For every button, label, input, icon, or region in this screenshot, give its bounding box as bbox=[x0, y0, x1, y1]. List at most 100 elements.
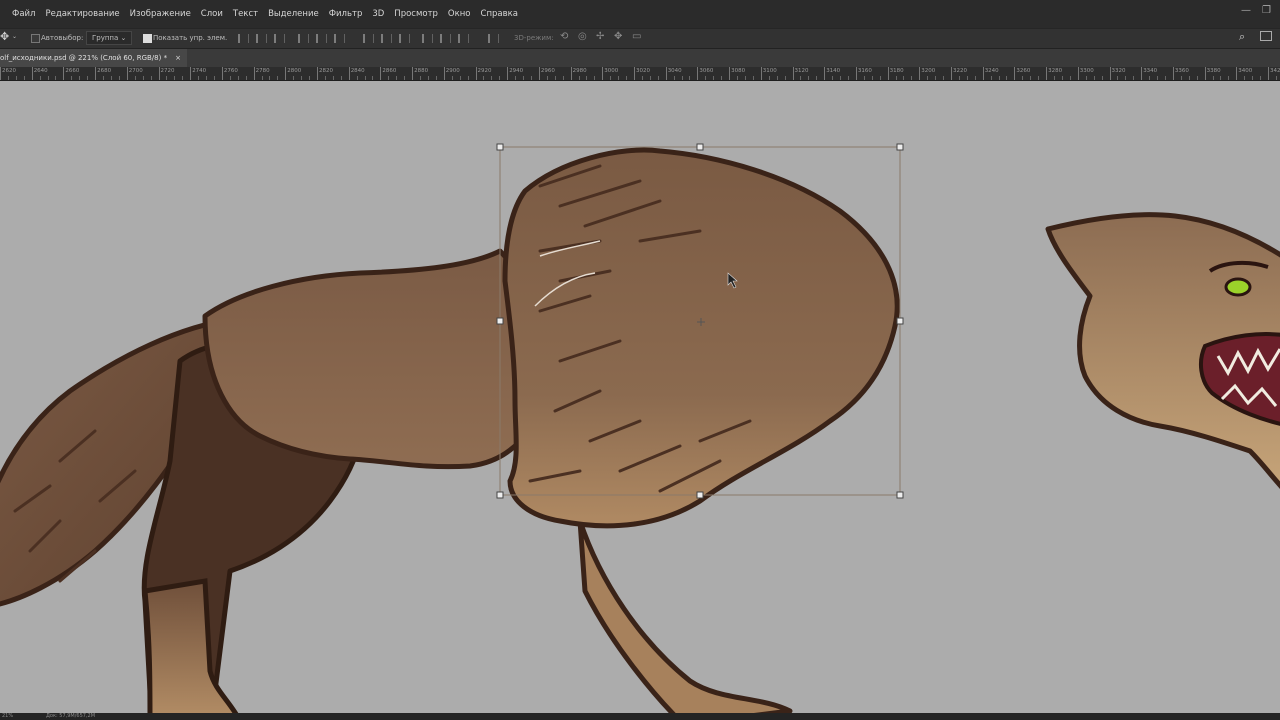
ruler-minor-tick bbox=[689, 76, 691, 80]
align-bottom-icon[interactable] bbox=[274, 34, 285, 43]
ruler-tick bbox=[31, 67, 33, 80]
distribute-hcenter-icon[interactable] bbox=[440, 34, 451, 43]
ruler-label: 2720 bbox=[160, 68, 175, 74]
show-transform-checkbox[interactable] bbox=[143, 34, 152, 43]
ruler-tick bbox=[1014, 67, 1016, 80]
ruler-tick bbox=[443, 67, 445, 80]
menu-item-7[interactable]: 3D bbox=[367, 9, 389, 19]
ruler-minor-tick bbox=[420, 76, 421, 80]
ruler-minor-tick bbox=[594, 76, 596, 80]
ruler-tick bbox=[887, 67, 889, 80]
ruler-tick bbox=[1077, 67, 1079, 80]
align-right-icon[interactable] bbox=[334, 34, 345, 43]
3d-orbit-icon[interactable]: ⟲ bbox=[560, 31, 568, 42]
ruler-tick bbox=[665, 67, 667, 80]
ruler-minor-tick bbox=[1212, 76, 1214, 80]
distribute-left-icon[interactable] bbox=[422, 34, 433, 43]
ruler-minor-tick bbox=[1093, 76, 1095, 80]
ruler-label: 3380 bbox=[1206, 68, 1221, 74]
ruler-label: 2800 bbox=[287, 68, 302, 74]
menu-item-2[interactable]: Изображение bbox=[125, 9, 196, 19]
3d-scale-icon[interactable]: ▭ bbox=[632, 31, 641, 42]
ruler-minor-tick bbox=[546, 76, 548, 80]
ruler-tick bbox=[855, 67, 857, 80]
ruler-tick bbox=[1141, 67, 1143, 80]
ruler-minor-tick bbox=[1101, 76, 1103, 80]
ruler-minor-tick bbox=[206, 76, 207, 80]
ruler-label: 2780 bbox=[255, 68, 270, 74]
ruler-minor-tick bbox=[293, 76, 295, 80]
ruler-minor-tick bbox=[47, 76, 49, 80]
wolf-front-leg bbox=[577, 518, 793, 713]
document-tab[interactable]: olf_исходники.psd @ 221% (Слой 60, RGB/8… bbox=[0, 49, 187, 68]
menu-item-4[interactable]: Текст bbox=[228, 9, 263, 19]
auto-align-icon[interactable] bbox=[488, 34, 499, 43]
ruler-label: 2940 bbox=[509, 68, 524, 74]
distribute-top-icon[interactable] bbox=[363, 34, 374, 43]
align-vcenter-icon[interactable] bbox=[256, 34, 267, 43]
menu-item-8[interactable]: Просмотр bbox=[389, 9, 443, 19]
workspace-icon[interactable] bbox=[1260, 31, 1272, 41]
3d-slide-icon[interactable]: ✥ bbox=[614, 31, 622, 42]
menu-item-0[interactable]: Файл bbox=[0, 9, 40, 19]
ruler-label: 2820 bbox=[319, 68, 333, 74]
ruler-minor-tick bbox=[641, 76, 643, 80]
ruler-minor-tick bbox=[166, 76, 168, 80]
zoom-level[interactable]: 21% bbox=[2, 713, 13, 719]
ruler-minor-tick bbox=[261, 76, 263, 80]
move-tool-icon[interactable]: ✥ bbox=[0, 30, 9, 43]
menu-item-10[interactable]: Справка bbox=[476, 9, 523, 19]
minimize-icon[interactable]: — bbox=[1241, 5, 1251, 16]
ruler-label: 3180 bbox=[889, 68, 904, 74]
horizontal-ruler[interactable]: 2620 2640 2660 2680 2700 2720 2740 2760 2780 2800… bbox=[0, 67, 1280, 81]
menu-item-3[interactable]: Слои bbox=[196, 9, 228, 19]
ruler-minor-tick bbox=[356, 76, 358, 80]
ruler-tick bbox=[380, 67, 382, 80]
dropdown-arrow-icon[interactable]: ⌄ bbox=[12, 33, 17, 40]
ruler-minor-tick bbox=[1149, 76, 1151, 80]
ruler-minor-tick bbox=[911, 76, 913, 80]
align-top-icon[interactable] bbox=[238, 34, 249, 43]
group-dropdown[interactable]: Группа ⌄ bbox=[86, 31, 133, 45]
distribute-bottom-icon[interactable] bbox=[399, 34, 410, 43]
align-left-icon[interactable] bbox=[298, 34, 309, 43]
ruler-minor-tick bbox=[1133, 76, 1135, 80]
distribute-vcenter-icon[interactable] bbox=[381, 34, 392, 43]
ruler-minor-tick bbox=[1030, 76, 1032, 80]
ruler-label: 3340 bbox=[1143, 68, 1158, 74]
ruler-label: 2960 bbox=[540, 68, 555, 74]
ruler-minor-tick bbox=[1196, 76, 1198, 80]
ruler-label: 2740 bbox=[192, 68, 207, 74]
ruler-minor-tick bbox=[784, 76, 786, 80]
ruler-minor-tick bbox=[340, 76, 342, 80]
status-bar: 21% Док: 57,9M/657,2M bbox=[0, 713, 1280, 720]
ruler-minor-tick bbox=[1061, 76, 1063, 80]
menu-item-1[interactable]: Редактирование bbox=[40, 9, 124, 19]
ruler-minor-tick bbox=[1275, 76, 1277, 80]
ruler-minor-tick bbox=[1252, 76, 1254, 80]
ruler-minor-tick bbox=[237, 76, 239, 80]
ruler-tick bbox=[285, 67, 287, 80]
3d-roll-icon[interactable]: ◎ bbox=[578, 31, 587, 42]
ruler-minor-tick bbox=[966, 76, 968, 80]
document-tab-bar: olf_исходники.psd @ 221% (Слой 60, RGB/8… bbox=[0, 48, 1280, 68]
ruler-tick bbox=[1204, 67, 1206, 80]
ruler-minor-tick bbox=[427, 76, 429, 80]
ruler-minor-tick bbox=[998, 76, 1000, 80]
menu-item-9[interactable]: Окно bbox=[443, 9, 476, 19]
ruler-minor-tick bbox=[800, 76, 802, 80]
ruler-minor-tick bbox=[895, 76, 897, 80]
menu-item-5[interactable]: Выделение bbox=[263, 9, 324, 19]
ruler-tick bbox=[729, 67, 731, 80]
menu-item-6[interactable]: Фильтр bbox=[324, 9, 368, 19]
autoselect-checkbox[interactable] bbox=[31, 34, 40, 43]
3d-pan-icon[interactable]: ✢ bbox=[596, 31, 604, 42]
close-tab-icon[interactable]: × bbox=[175, 49, 181, 68]
align-hcenter-icon[interactable] bbox=[316, 34, 327, 43]
ruler-minor-tick bbox=[499, 76, 501, 80]
ruler-minor-tick bbox=[39, 76, 41, 80]
restore-icon[interactable]: ❐ bbox=[1262, 5, 1271, 16]
canvas[interactable] bbox=[0, 81, 1280, 713]
search-icon[interactable]: ⌕ bbox=[1239, 30, 1245, 44]
distribute-right-icon[interactable] bbox=[458, 34, 469, 43]
